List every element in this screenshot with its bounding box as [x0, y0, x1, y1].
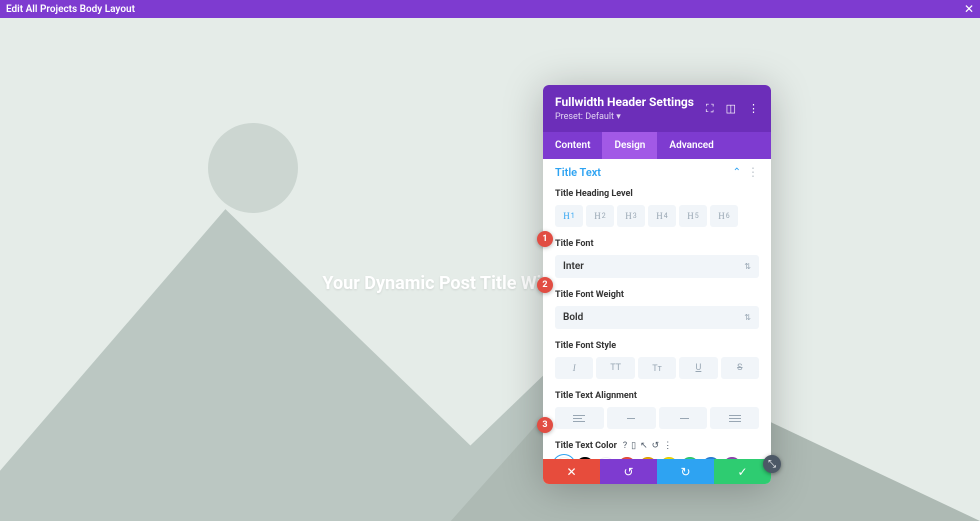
heading-h3[interactable]: H3 [617, 205, 645, 227]
field-heading-level: Title Heading Level H1 H2 H3 H4 H5 H6 [543, 185, 771, 235]
heading-h1[interactable]: H1 [555, 205, 583, 227]
font-label: Title Font [555, 239, 759, 249]
help-icon[interactable]: ? [623, 441, 627, 451]
swatch-yellow[interactable] [660, 457, 678, 459]
section-menu-icon[interactable]: ⋮ [747, 165, 759, 179]
font-select[interactable]: Inter ⇅ [555, 255, 759, 278]
callout-badge-2: 2 [537, 277, 553, 293]
style-label: Title Font Style [555, 341, 759, 351]
tab-design[interactable]: Design [602, 132, 657, 159]
caret-icon: ⇅ [744, 313, 751, 322]
weight-select[interactable]: Bold ⇅ [555, 306, 759, 329]
field-style: Title Font Style I TT Tᴛ U S [543, 337, 771, 387]
strikethrough-button[interactable]: S [721, 357, 759, 379]
menu-icon[interactable]: ⋮ [748, 102, 759, 115]
panel-actions: ✕ ↺ ↻ ✓ [543, 459, 771, 484]
font-value: Inter [563, 261, 584, 272]
expand-icon[interactable]: ⛶ [706, 102, 714, 116]
caret-icon: ⇅ [744, 262, 751, 271]
field-weight: Title Font Weight Bold ⇅ [543, 286, 771, 337]
chevron-up-icon[interactable]: ⌃ [733, 167, 741, 178]
swatch-black[interactable] [576, 457, 594, 459]
callout-badge-1: 1 [537, 231, 553, 247]
color-swatches [555, 457, 759, 459]
reset-icon[interactable]: ↺ [652, 441, 660, 451]
panel-tabs: Content Design Advanced [543, 132, 771, 159]
hero-placeholder-image [0, 18, 980, 521]
weight-value: Bold [563, 312, 583, 323]
panel-header[interactable]: Fullwidth Header Settings Preset: Defaul… [543, 85, 771, 132]
swatch-purple[interactable] [723, 457, 741, 459]
undo-button[interactable]: ↺ [600, 459, 657, 484]
align-center-button[interactable] [607, 407, 656, 429]
color-label: Title Text Color [555, 441, 617, 451]
sun-shape [208, 123, 298, 213]
canvas: Your Dynamic Post Title Will Display Her… [0, 18, 980, 521]
field-font: Title Font Inter ⇅ [543, 235, 771, 286]
align-left-button[interactable] [555, 407, 604, 429]
mountain-shape [0, 18, 980, 521]
redo-button[interactable]: ↻ [657, 459, 714, 484]
phone-icon[interactable]: ▯ [631, 441, 636, 451]
heading-h2[interactable]: H2 [586, 205, 614, 227]
swatch-green[interactable] [681, 457, 699, 459]
swatch-orange[interactable] [639, 457, 657, 459]
swatch-red[interactable] [618, 457, 636, 459]
heading-h5[interactable]: H5 [679, 205, 707, 227]
swatch-white[interactable] [597, 457, 615, 459]
underline-button[interactable]: U [679, 357, 717, 379]
section-header[interactable]: Title Text ⌃ ⋮ [543, 159, 771, 185]
topbar-title: Edit All Projects Body Layout [6, 4, 135, 15]
swatch-blue[interactable] [702, 457, 720, 459]
field-color: Title Text Color ? ▯ ↖ ↺ ⋮ [543, 437, 771, 459]
align-label: Title Text Alignment [555, 391, 759, 401]
uppercase-button[interactable]: TT [596, 357, 634, 379]
field-alignment: Title Text Alignment [543, 387, 771, 437]
panel-title: Fullwidth Header Settings [555, 95, 694, 109]
weight-label: Title Font Weight [555, 290, 759, 300]
cancel-button[interactable]: ✕ [543, 459, 600, 484]
panel-preset[interactable]: Preset: Default ▾ [555, 112, 694, 122]
panel-header-actions: ⛶ ◫ ⋮ [706, 102, 759, 116]
resize-handle[interactable]: ⤡ [763, 455, 781, 473]
align-right-button[interactable] [659, 407, 708, 429]
panel-body: Title Text ⌃ ⋮ Title Heading Level H1 H2… [543, 159, 771, 459]
tab-advanced[interactable]: Advanced [657, 132, 725, 159]
settings-panel: Fullwidth Header Settings Preset: Defaul… [543, 85, 771, 484]
swatch-current[interactable] [555, 457, 573, 459]
heading-level-label: Title Heading Level [555, 189, 759, 199]
close-icon[interactable]: ✕ [964, 2, 974, 16]
callout-badge-3: 3 [537, 417, 553, 433]
snap-icon[interactable]: ◫ [726, 102, 736, 115]
hover-icon[interactable]: ↖ [640, 441, 648, 451]
section-title: Title Text [555, 166, 601, 179]
more-icon[interactable]: ⋮ [663, 441, 672, 451]
italic-button[interactable]: I [555, 357, 593, 379]
heading-h4[interactable]: H4 [648, 205, 676, 227]
top-bar: Edit All Projects Body Layout ✕ [0, 0, 980, 18]
align-justify-button[interactable] [710, 407, 759, 429]
tab-content[interactable]: Content [543, 132, 602, 159]
smallcaps-button[interactable]: Tᴛ [638, 357, 676, 379]
heading-h6[interactable]: H6 [710, 205, 738, 227]
